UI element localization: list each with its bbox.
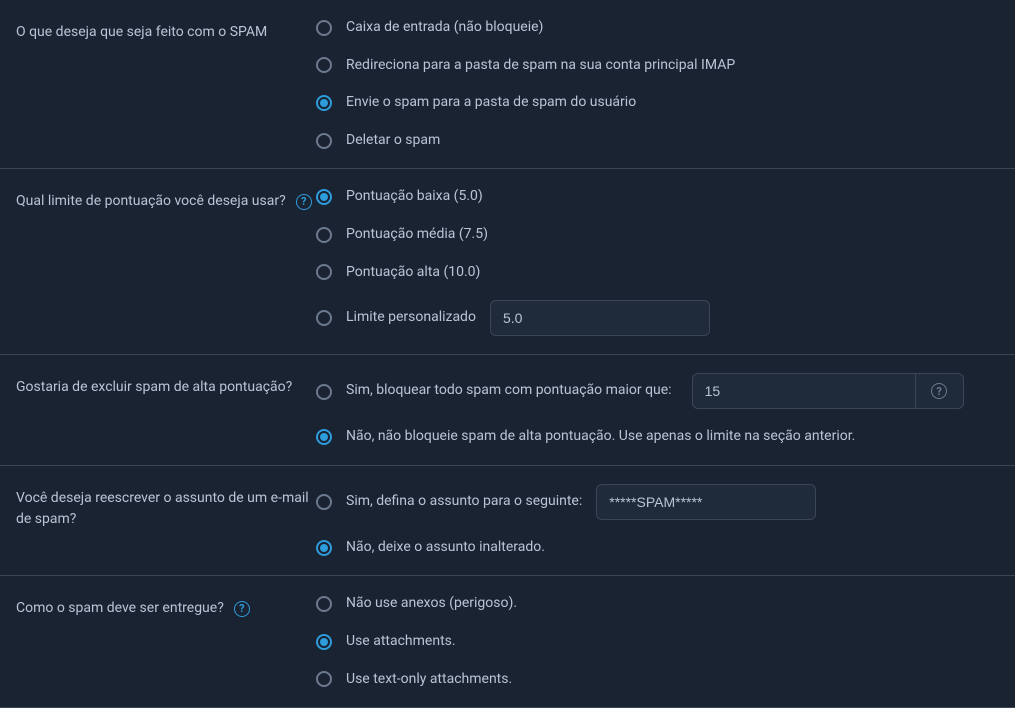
radio-row-high[interactable]: Pontuação alta (10.0) [316, 263, 999, 283]
radio-no-attach[interactable] [316, 596, 332, 612]
label-text: Gostaria de excluir spam de alta pontuaç… [16, 377, 292, 398]
radio-row-no-attach[interactable]: Não use anexos (perigoso). [316, 594, 999, 614]
radio-label: Use text-only attachments. [346, 670, 512, 690]
radio-row-no-block-high[interactable]: Não, não bloqueie spam de alta pontuação… [316, 427, 999, 447]
help-icon-suffix[interactable]: ? [916, 373, 964, 409]
radio-label: Não use anexos (perigoso). [346, 594, 517, 614]
radio-row-delete[interactable]: Deletar o spam [316, 131, 999, 151]
radio-row-keep-subject[interactable]: Não, deixe o assunto inalterado. [316, 538, 999, 558]
section-high-score: Gostaria de excluir spam de alta pontuaç… [0, 355, 1015, 466]
radio-row-inbox[interactable]: Caixa de entrada (não bloqueie) [316, 18, 999, 38]
radio-high[interactable] [316, 264, 332, 280]
options-high-score: Sim, bloquear todo spam com pontuação ma… [316, 373, 999, 447]
radio-row-set-subject[interactable]: Sim, defina o assunto para o seguinte: [316, 484, 999, 520]
radio-userfolder[interactable] [316, 95, 332, 111]
help-icon[interactable]: ? [296, 194, 312, 210]
section-score-limit: Qual limite de pontuação você deseja usa… [0, 169, 1015, 355]
label-spam-action: O que deseja que seja feito com o SPAM [16, 18, 316, 43]
options-delivery: Não use anexos (perigoso). Use attachmen… [316, 594, 999, 689]
radio-row-text-attach[interactable]: Use text-only attachments. [316, 670, 999, 690]
radio-row-low[interactable]: Pontuação baixa (5.0) [316, 187, 999, 207]
radio-label: Pontuação alta (10.0) [346, 263, 480, 283]
radio-label: Redireciona para a pasta de spam na sua … [346, 56, 735, 76]
label-high-score: Gostaria de excluir spam de alta pontuaç… [16, 373, 316, 398]
radio-label: Pontuação baixa (5.0) [346, 187, 483, 207]
radio-no-block-high[interactable] [316, 429, 332, 445]
radio-block-high[interactable] [316, 384, 332, 400]
radio-label: Envie o spam para a pasta de spam do usu… [346, 93, 636, 113]
radio-text-attach[interactable] [316, 671, 332, 687]
radio-delete[interactable] [316, 133, 332, 149]
radio-label: Não, deixe o assunto inalterado. [346, 538, 545, 558]
radio-label: Deletar o spam [346, 131, 440, 151]
high-score-input-group: ? [692, 373, 964, 409]
options-spam-action: Caixa de entrada (não bloqueie) Redireci… [316, 18, 999, 150]
options-score-limit: Pontuação baixa (5.0) Pontuação média (7… [316, 187, 999, 336]
label-text: Como o spam deve ser entregue? [16, 598, 224, 619]
radio-label: Limite personalizado [346, 308, 476, 328]
options-rewrite-subject: Sim, defina o assunto para o seguinte: N… [316, 484, 999, 558]
high-score-input[interactable] [692, 373, 916, 409]
radio-label: Não, não bloqueie spam de alta pontuação… [346, 427, 855, 447]
subject-input[interactable] [596, 484, 816, 520]
radio-label: Sim, defina o assunto para o seguinte: [346, 492, 582, 512]
label-text: Você deseja reescrever o assunto de um e… [16, 488, 316, 530]
help-icon[interactable]: ? [234, 601, 250, 617]
label-delivery: Como o spam deve ser entregue? ? [16, 594, 316, 619]
label-text: Qual limite de pontuação você deseja usa… [16, 191, 286, 212]
radio-label: Caixa de entrada (não bloqueie) [346, 18, 543, 38]
radio-set-subject[interactable] [316, 494, 332, 510]
radio-row-userfolder[interactable]: Envie o spam para a pasta de spam do usu… [316, 93, 999, 113]
radio-custom[interactable] [316, 310, 332, 326]
radio-label: Pontuação média (7.5) [346, 225, 488, 245]
radio-row-block-high[interactable]: Sim, bloquear todo spam com pontuação ma… [316, 373, 999, 409]
label-text: O que deseja que seja feito com o SPAM [16, 22, 267, 43]
custom-score-input[interactable] [490, 300, 710, 336]
radio-row-medium[interactable]: Pontuação média (7.5) [316, 225, 999, 245]
radio-label: Use attachments. [346, 632, 456, 652]
radio-row-custom[interactable]: Limite personalizado [316, 300, 999, 336]
section-rewrite-subject: Você deseja reescrever o assunto de um e… [0, 466, 1015, 577]
help-icon: ? [931, 383, 947, 399]
label-score-limit: Qual limite de pontuação você deseja usa… [16, 187, 316, 212]
radio-attach[interactable] [316, 634, 332, 650]
radio-label: Sim, bloquear todo spam com pontuação ma… [346, 381, 672, 401]
section-delivery: Como o spam deve ser entregue? ? Não use… [0, 576, 1015, 708]
radio-row-redirect[interactable]: Redireciona para a pasta de spam na sua … [316, 56, 999, 76]
radio-low[interactable] [316, 189, 332, 205]
label-rewrite-subject: Você deseja reescrever o assunto de um e… [16, 484, 316, 530]
radio-inbox[interactable] [316, 20, 332, 36]
radio-medium[interactable] [316, 227, 332, 243]
radio-redirect[interactable] [316, 57, 332, 73]
section-spam-action: O que deseja que seja feito com o SPAM C… [0, 0, 1015, 169]
radio-keep-subject[interactable] [316, 540, 332, 556]
radio-row-attach[interactable]: Use attachments. [316, 632, 999, 652]
